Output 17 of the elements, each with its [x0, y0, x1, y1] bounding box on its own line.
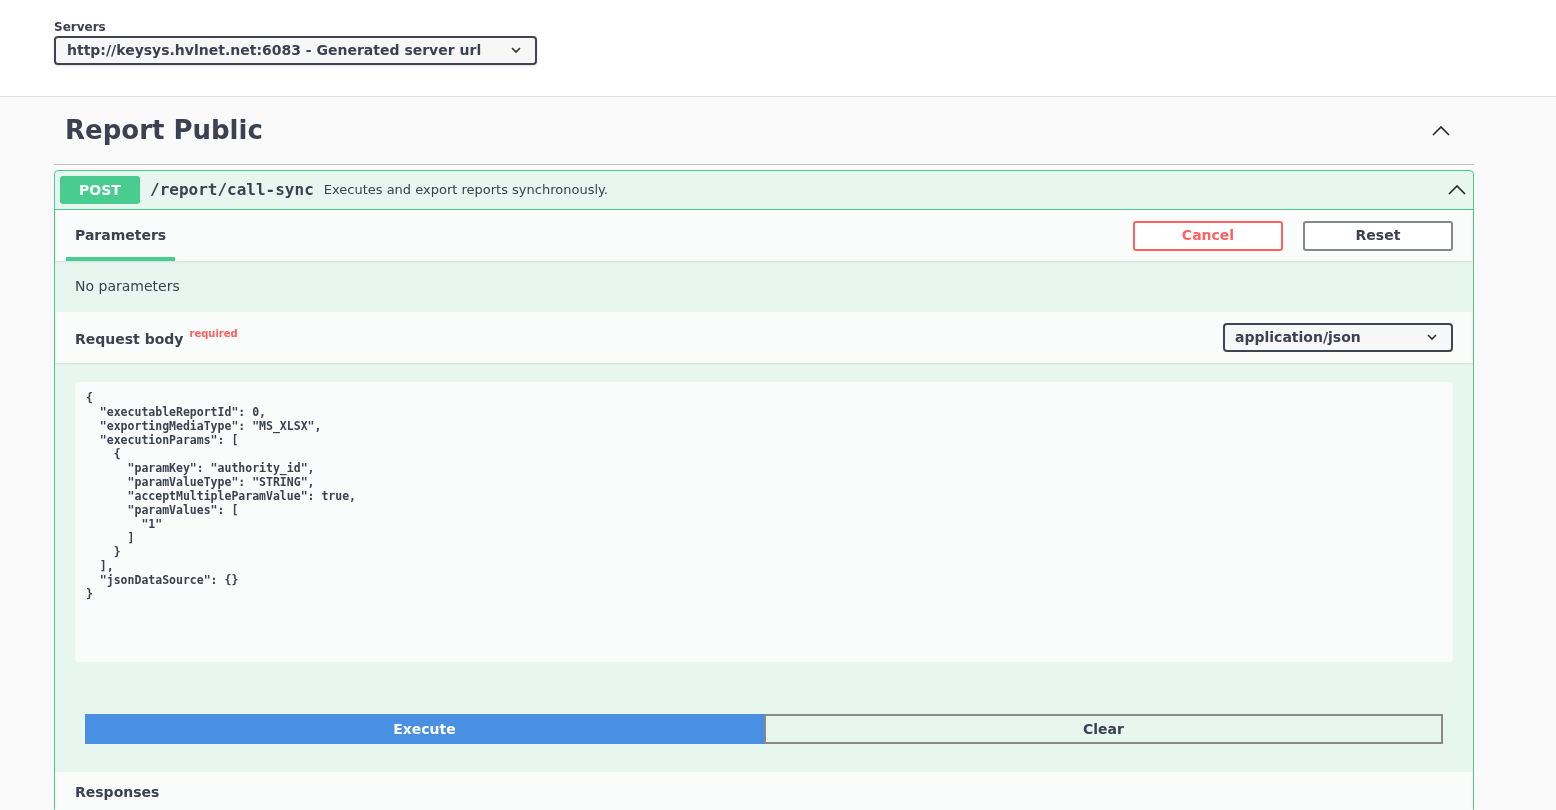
servers-label: Servers	[54, 19, 107, 35]
clear-button[interactable]: Clear	[764, 714, 1443, 744]
server-select[interactable]: http://keysys.hvlnet.net:6083 - Generated server url	[54, 36, 537, 65]
reset-button[interactable]: Reset	[1303, 220, 1453, 251]
required-label: required	[189, 326, 238, 341]
no-parameters-text: No parameters	[74, 277, 181, 296]
endpoint-summary: Executes and export reports synchronously.	[323, 181, 608, 200]
endpoint-path: /report/call-sync	[150, 179, 314, 201]
responses-title: Responses	[75, 784, 160, 800]
section-header[interactable]: Report Public	[54, 97, 1474, 165]
chevron-down-icon	[511, 47, 521, 54]
request-body-title: Request body	[75, 329, 184, 349]
parameters-tab[interactable]: Parameters	[66, 210, 176, 261]
content-type-select[interactable]: application/json	[1223, 323, 1453, 352]
chevron-down-icon	[1427, 334, 1437, 341]
method-badge: POST	[60, 176, 140, 204]
request-body-editor[interactable]: { "executableReportId": 0, "exportingMediaType": "MS_XLSX", "executionParams": [ { "paramKey": "authority_id", "paramValueType": "STRING", "acceptMultipleParamValue": true, "paramValues": [ "1" ] } ], "jsonDataSource": {} }	[75, 382, 1453, 662]
